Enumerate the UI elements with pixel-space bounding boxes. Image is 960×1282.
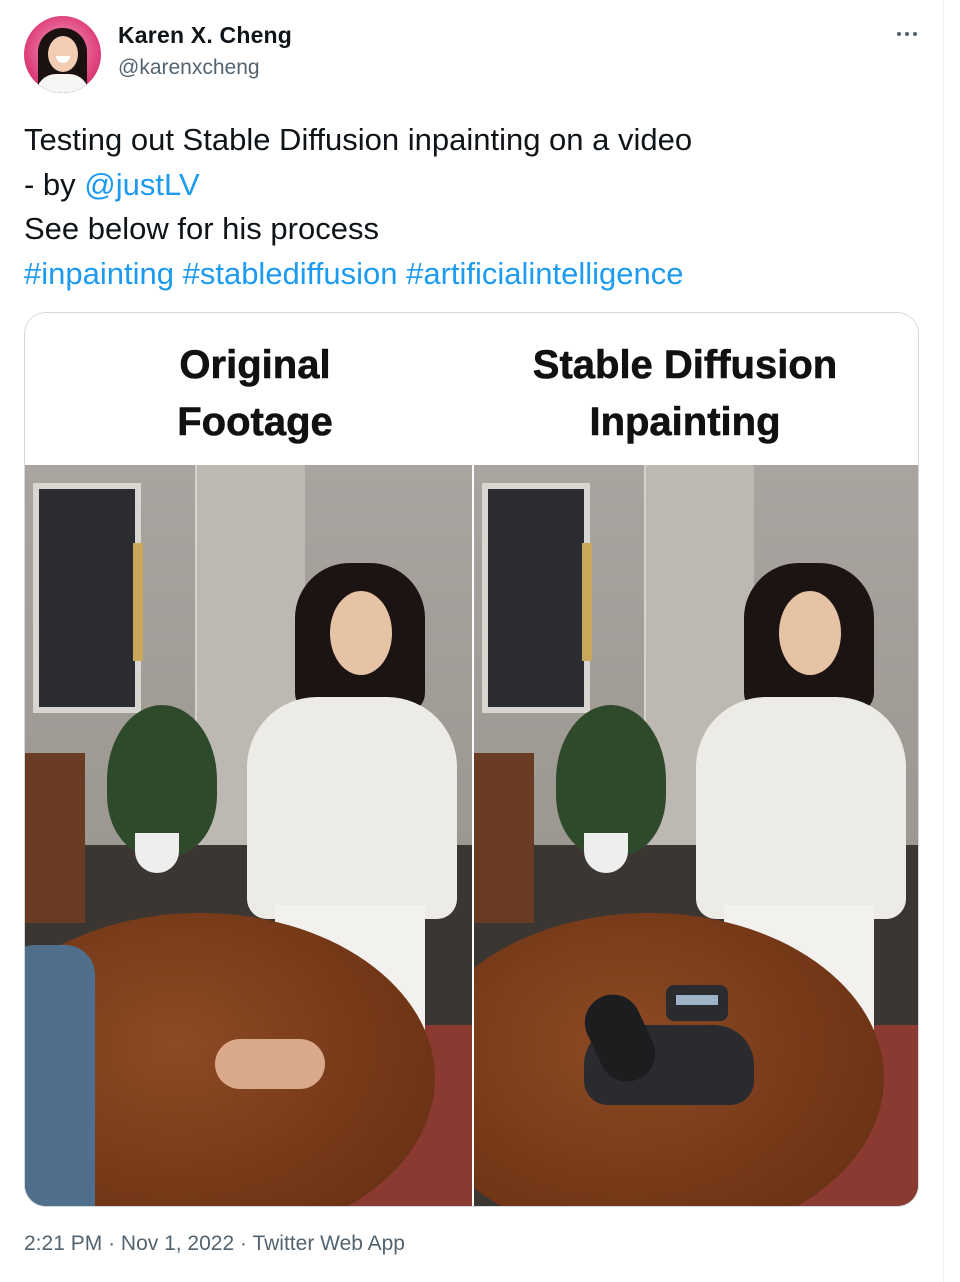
hashtag-line: #inpainting #stablediffusion #artificial… (24, 252, 904, 297)
hand-on-phone (215, 1039, 325, 1089)
tweet-line-1: Testing out Stable Diffusion inpainting … (24, 122, 693, 157)
inpainting-title: Stable Diffusion Inpainting (532, 343, 838, 445)
meta-separator: · (240, 1232, 247, 1255)
tweet-date[interactable]: Nov 1, 2022 (121, 1232, 234, 1255)
author-handle[interactable]: @karenxcheng (118, 56, 260, 80)
meta-separator: · (108, 1232, 116, 1255)
tweet-meta: 2:21 PM · Nov 1, 2022 · Twitter Web App (24, 1232, 405, 1256)
person-arm (25, 945, 95, 1206)
tweet-line-2: - by @justLV (24, 163, 904, 208)
hashtag-artificialintelligence[interactable]: #artificialintelligence (406, 256, 683, 291)
hashtag-stablediffusion[interactable]: #stablediffusion (183, 256, 398, 291)
mention-link[interactable]: @justLV (84, 167, 199, 202)
avatar[interactable] (24, 16, 101, 93)
media-header: Original Footage Stable Diffusion Inpainti… (25, 313, 918, 465)
media-video[interactable]: Original Footage Stable Diffusion Inpainti… (24, 312, 919, 1207)
tweet-source[interactable]: Twitter Web App (252, 1232, 405, 1255)
more-icon[interactable] (892, 22, 922, 46)
tweet-time[interactable]: 2:21 PM (24, 1232, 102, 1255)
inpainted-frame (472, 465, 918, 1206)
original-frame (25, 465, 472, 1206)
author-name[interactable]: Karen X. Cheng (118, 22, 292, 49)
by-prefix: - by (24, 166, 85, 202)
tweet-line-3: See below for his process (24, 211, 379, 246)
hashtag-inpainting[interactable]: #inpainting (24, 256, 174, 291)
tweet: Karen X. Cheng @karenxcheng Testing out … (0, 0, 944, 1282)
tweet-text: Testing out Stable Diffusion inpainting … (24, 118, 904, 296)
original-footage-title: Original Footage (177, 343, 333, 445)
telephone-display (666, 985, 728, 1021)
